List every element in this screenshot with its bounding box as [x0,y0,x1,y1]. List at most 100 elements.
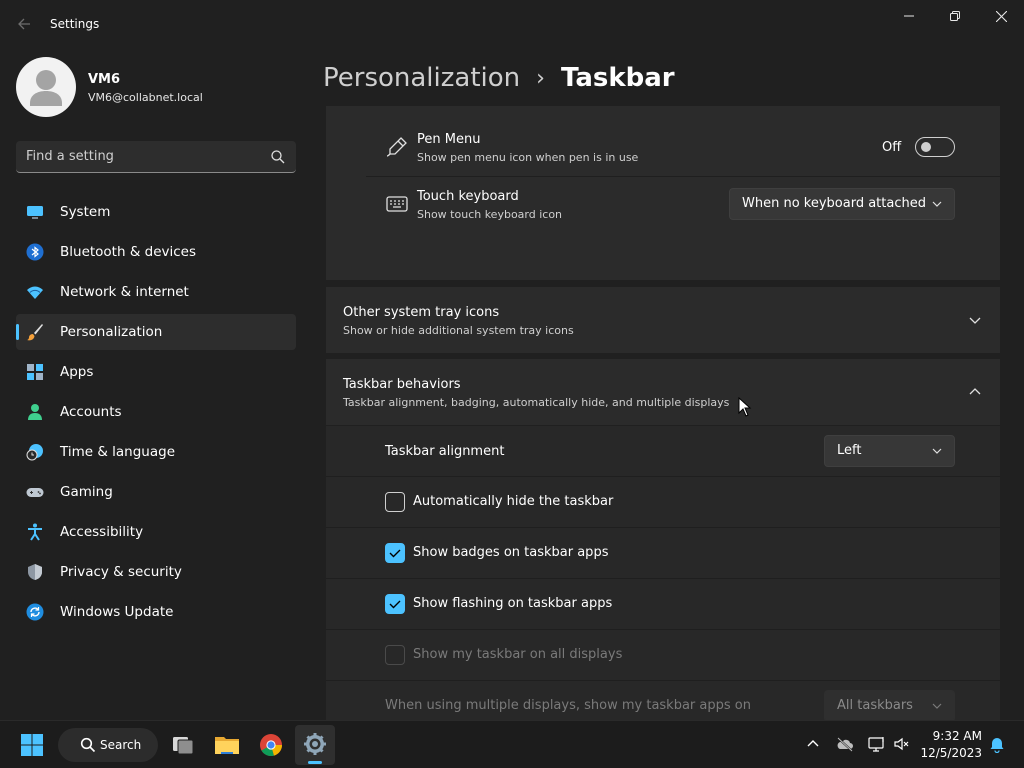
taskbar-alignment-row: Taskbar alignment Left [326,426,1000,476]
flashing-checkbox[interactable] [385,594,405,614]
page-title: Taskbar [560,63,675,93]
sidebar-item-windows-update[interactable]: Windows Update [16,594,296,630]
sidebar-item-time-language[interactable]: Time & language [16,434,296,470]
pen-icon [386,137,407,157]
chrome-button[interactable] [251,725,291,765]
taskbar-alignment-dropdown[interactable]: Left [824,435,955,467]
user-email: VM6@collabnet.local [88,91,203,104]
settings-taskbar-button[interactable] [295,725,335,765]
onedrive-offline-icon[interactable] [836,735,854,753]
clock-date[interactable]: 12/5/2023 [920,746,982,760]
other-tray-title: Other system tray icons [343,305,500,320]
sidebar-item-label: Gaming [60,484,113,500]
multi-display-row: When using multiple displays, show my ta… [326,681,1000,720]
minimize-button[interactable] [886,0,932,32]
search-icon [80,737,96,753]
auto-hide-label[interactable]: Automatically hide the taskbar [413,494,613,509]
multi-display-dropdown[interactable]: All taskbars [824,690,955,720]
pen-menu-toggle-state: Off [882,140,902,155]
taskbar-alignment-label: Taskbar alignment [385,444,505,459]
brush-icon [27,324,43,341]
pen-menu-title: Pen Menu [417,132,481,147]
pen-menu-row: Pen Menu Show pen menu icon when pen is … [326,116,1000,176]
task-view-icon [173,737,194,755]
checkmark-icon [389,600,401,609]
all-displays-row: Show my taskbar on all displays [326,630,1000,680]
mouse-cursor-icon [738,397,752,417]
sidebar-item-accounts[interactable]: Accounts [16,394,296,430]
badges-checkbox[interactable] [385,543,405,563]
close-icon [995,10,1007,22]
file-explorer-icon [215,737,239,754]
file-explorer-button[interactable] [207,725,247,765]
chevron-down-icon[interactable] [967,312,983,328]
back-button[interactable] [12,12,36,36]
taskbar-search-label: Search [100,738,142,752]
network-display-icon[interactable] [868,735,886,753]
clock-time[interactable]: 9:32 AM [933,729,982,743]
sidebar-item-personalization[interactable]: Personalization [16,314,296,350]
notification-bell-icon[interactable] [988,735,1006,753]
task-view-button[interactable] [163,725,203,765]
sidebar-item-accessibility[interactable]: Accessibility [16,514,296,550]
sidebar-item-label: Time & language [60,444,176,460]
breadcrumb: Personalization › Taskbar [323,58,675,98]
sidebar-item-apps[interactable]: Apps [16,354,296,390]
taskbar-behaviors-header[interactable]: Taskbar behaviors Taskbar alignment, bad… [326,359,1000,425]
sidebar-item-gaming[interactable]: Gaming [16,474,296,510]
flashing-row: Show flashing on taskbar apps [326,579,1000,629]
breadcrumb-parent[interactable]: Personalization [323,63,520,93]
search-box[interactable] [16,141,296,173]
taskbar-behaviors-body: Taskbar alignment Left Automatically hid… [326,426,1000,720]
auto-hide-checkbox[interactable] [385,492,405,512]
other-tray-icons-card[interactable]: Other system tray icons Show or hide add… [326,287,1000,353]
settings-icon [304,733,326,755]
sidebar-item-label: Personalization [60,324,163,340]
sidebar-item-privacy[interactable]: Privacy & security [16,554,296,590]
chevron-down-icon [932,703,942,709]
person-icon [28,404,42,420]
breadcrumb-separator: › [536,65,545,91]
taskbar-corner-icons-card: Pen Menu Show pen menu icon when pen is … [326,106,1000,280]
sidebar-item-label: Network & internet [60,284,189,300]
sidebar-item-system[interactable]: System [16,194,296,230]
show-hidden-icons-icon[interactable] [804,735,822,753]
badges-row: Show badges on taskbar apps [326,528,1000,578]
avatar[interactable] [16,57,76,117]
restore-icon [950,11,960,21]
touch-keyboard-dropdown[interactable]: When no keyboard attached [729,188,955,220]
sidebar-item-label: System [60,204,111,220]
sidebar-item-label: Apps [60,364,94,380]
auto-hide-row: Automatically hide the taskbar [326,477,1000,527]
update-icon [26,603,44,621]
start-button[interactable] [12,725,52,765]
close-button[interactable] [978,0,1024,32]
chevron-down-icon [932,448,942,454]
volume-muted-icon[interactable] [893,735,911,753]
taskbar-search[interactable]: Search [58,728,158,762]
search-input[interactable] [26,141,266,171]
search-icon[interactable] [270,149,286,165]
badges-label[interactable]: Show badges on taskbar apps [413,545,608,560]
sidebar-item-bluetooth[interactable]: Bluetooth & devices [16,234,296,270]
restore-button[interactable] [932,0,978,32]
sidebar-item-label: Windows Update [60,604,174,620]
chevron-up-icon[interactable] [967,384,983,400]
clock-globe-icon [26,444,43,461]
sidebar-item-label: Accessibility [60,524,144,540]
touch-keyboard-title: Touch keyboard [417,189,519,204]
taskbar-behaviors-subtitle: Taskbar alignment, badging, automaticall… [343,396,730,409]
touch-keyboard-subtitle: Show touch keyboard icon [417,208,563,221]
all-displays-checkbox[interactable] [385,645,405,665]
gamepad-icon [26,488,44,497]
accessibility-icon [28,523,42,541]
pen-menu-subtitle: Show pen menu icon when pen is in use [417,151,639,164]
dropdown-value: When no keyboard attached [742,196,926,211]
pen-menu-toggle[interactable] [915,137,955,157]
dropdown-value: Left [837,443,862,458]
sidebar-item-network[interactable]: Network & internet [16,274,296,310]
flashing-label[interactable]: Show flashing on taskbar apps [413,596,612,611]
sidebar-item-label: Privacy & security [60,564,182,580]
user-avatar-icon [30,70,62,106]
sidebar-item-label: Bluetooth & devices [60,244,197,260]
